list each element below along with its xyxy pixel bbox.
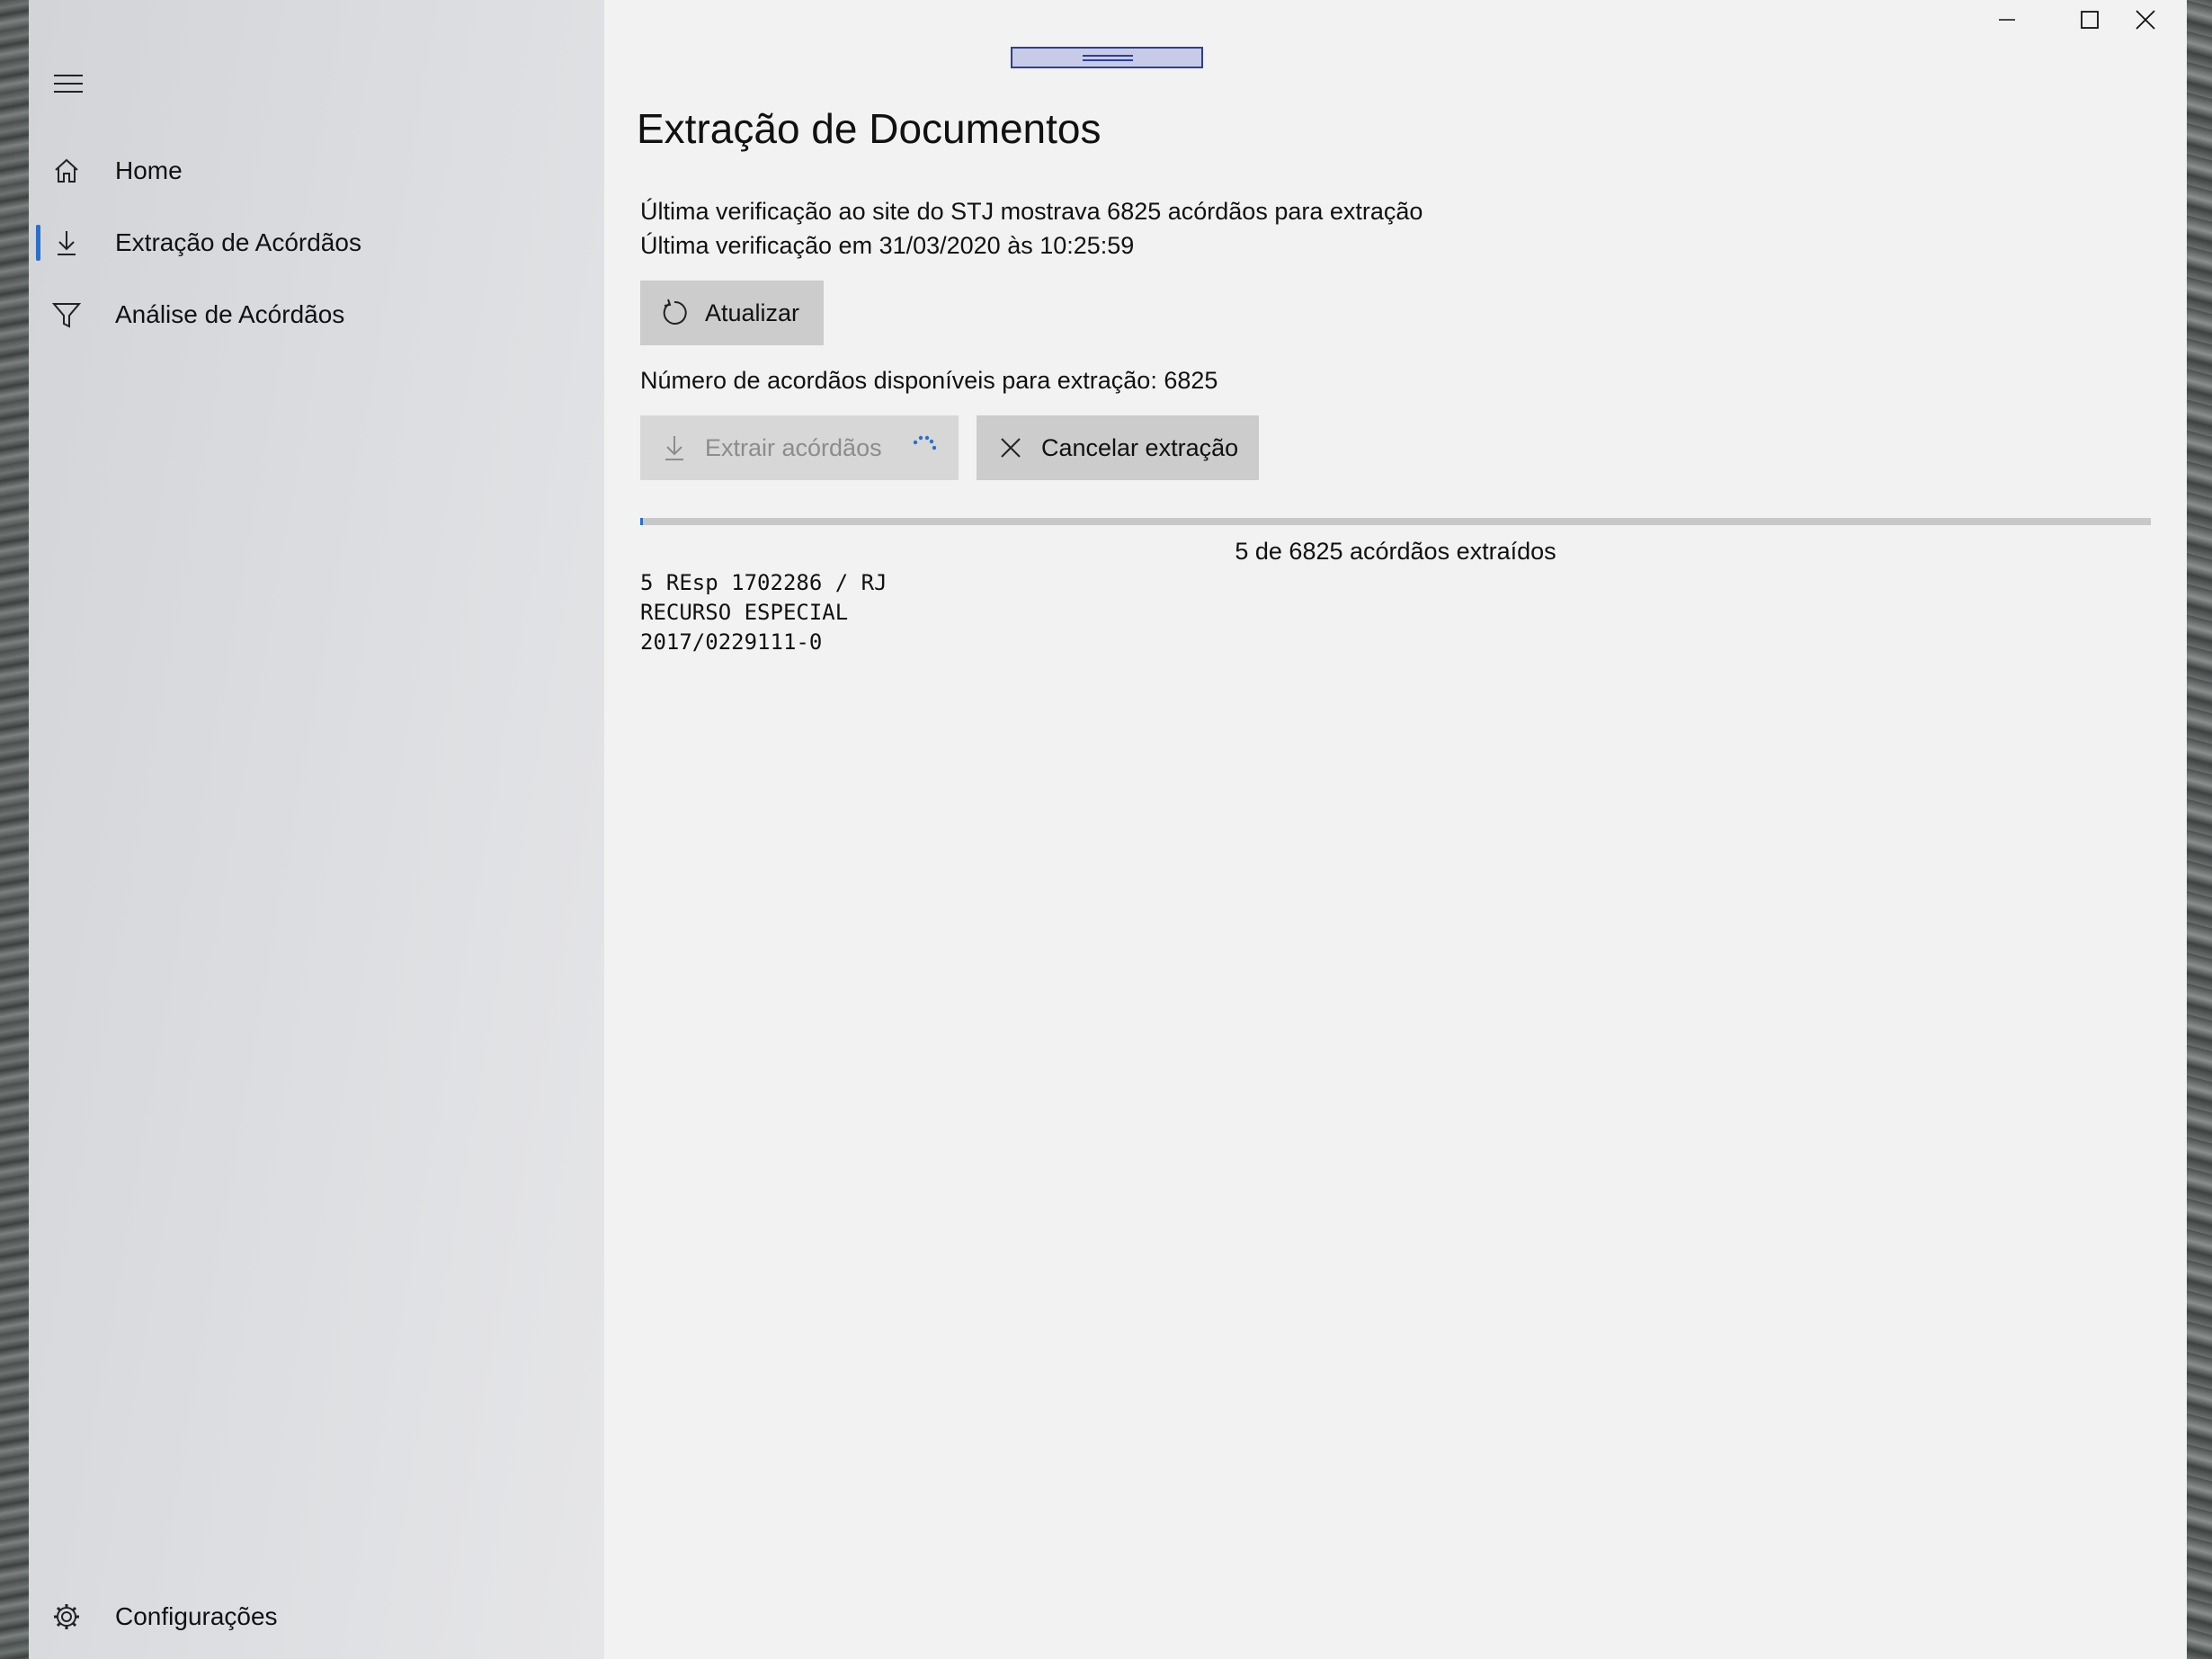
log-line: 5 REsp 1702286 / RJ	[640, 570, 887, 595]
last-check-text: Última verificação ao site do STJ mostra…	[640, 198, 1423, 225]
progress-bar-fill	[640, 518, 643, 525]
log-line: RECURSO ESPECIAL	[640, 600, 849, 625]
sidebar-item-extracao[interactable]: Extração de Acórdãos	[29, 210, 604, 275]
progress-ring-icon	[913, 435, 937, 450]
available-count-text: Número de acordãos disponíveis para extr…	[640, 367, 1218, 394]
sidebar-item-label: Análise de Acórdãos	[115, 300, 345, 328]
sidebar-item-configuracoes[interactable]: Configurações	[29, 1584, 604, 1649]
sidebar-item-analise[interactable]: Análise de Acórdãos	[29, 282, 604, 347]
hamburger-icon-line	[54, 83, 83, 85]
refresh-button[interactable]: Atualizar	[640, 281, 824, 345]
sidebar-item-home[interactable]: Home	[29, 138, 604, 203]
last-check-time: Última verificação em 31/03/2020 às 10:2…	[640, 232, 1135, 259]
main-content: Extração de Documentos Última verificaçã…	[604, 0, 2187, 1659]
gear-icon	[54, 1604, 79, 1629]
sidebar-item-label: Home	[115, 156, 183, 184]
page-title: Extração de Documentos	[637, 105, 1102, 152]
hamburger-icon	[54, 75, 83, 76]
refresh-icon	[663, 299, 687, 325]
app-window: Home Extração de Acórdãos Análise de Acó…	[29, 0, 2187, 1659]
cancel-extraction-button[interactable]: Cancelar extração	[977, 415, 1259, 480]
progress-bar	[640, 518, 2151, 525]
extract-button[interactable]: Extrair acórdãos	[640, 415, 959, 480]
progress-text: 5 de 6825 acórdãos extraídos	[1235, 538, 1556, 565]
filter-icon	[51, 303, 82, 328]
desktop-background-left	[0, 0, 29, 1659]
cancel-button-label: Cancelar extração	[1041, 434, 1239, 461]
download-icon	[665, 436, 683, 460]
navigation-pane: Home Extração de Acórdãos Análise de Acó…	[29, 0, 604, 1659]
download-icon	[58, 231, 76, 255]
sidebar-item-label: Configurações	[115, 1602, 278, 1630]
desktop-background-right	[2187, 0, 2212, 1659]
log-line: 2017/0229111-0	[640, 629, 823, 655]
hamburger-icon-line	[54, 91, 83, 93]
refresh-button-label: Atualizar	[705, 299, 800, 326]
hamburger-menu-button[interactable]	[50, 68, 86, 99]
sidebar-item-label: Extração de Acórdãos	[115, 228, 361, 256]
extract-button-label: Extrair acórdãos	[705, 434, 882, 461]
close-icon	[1001, 438, 1021, 458]
home-icon	[55, 158, 78, 183]
